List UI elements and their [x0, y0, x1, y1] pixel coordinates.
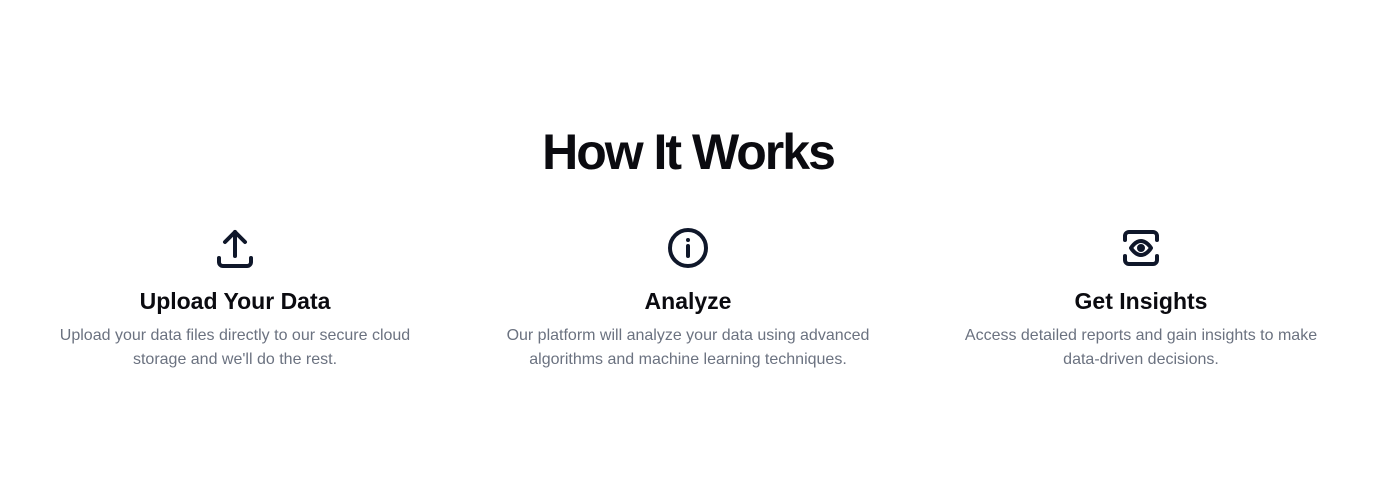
step-title: Upload Your Data: [139, 288, 331, 314]
upload-icon: [211, 224, 259, 272]
step-description: Access detailed reports and gain insight…: [964, 327, 1318, 368]
step-analyze: Analyze Our platform will analyze your d…: [488, 224, 888, 372]
how-it-works-section: How It Works Upload Your Data Upload you…: [0, 0, 1376, 504]
step-title: Analyze: [644, 288, 732, 314]
step-insights: Get Insights Access detailed reports and…: [941, 224, 1341, 372]
eye-scan-icon: [1117, 224, 1165, 272]
step-upload: Upload Your Data Upload your data files …: [35, 224, 435, 372]
page-title: How It Works: [542, 124, 836, 180]
step-title: Get Insights: [1074, 288, 1208, 314]
step-description: Our platform will analyze your data usin…: [506, 327, 870, 368]
steps-list: Upload Your Data Upload your data files …: [0, 224, 1376, 394]
info-icon: [664, 224, 712, 272]
step-description: Upload your data files directly to our s…: [59, 327, 411, 368]
